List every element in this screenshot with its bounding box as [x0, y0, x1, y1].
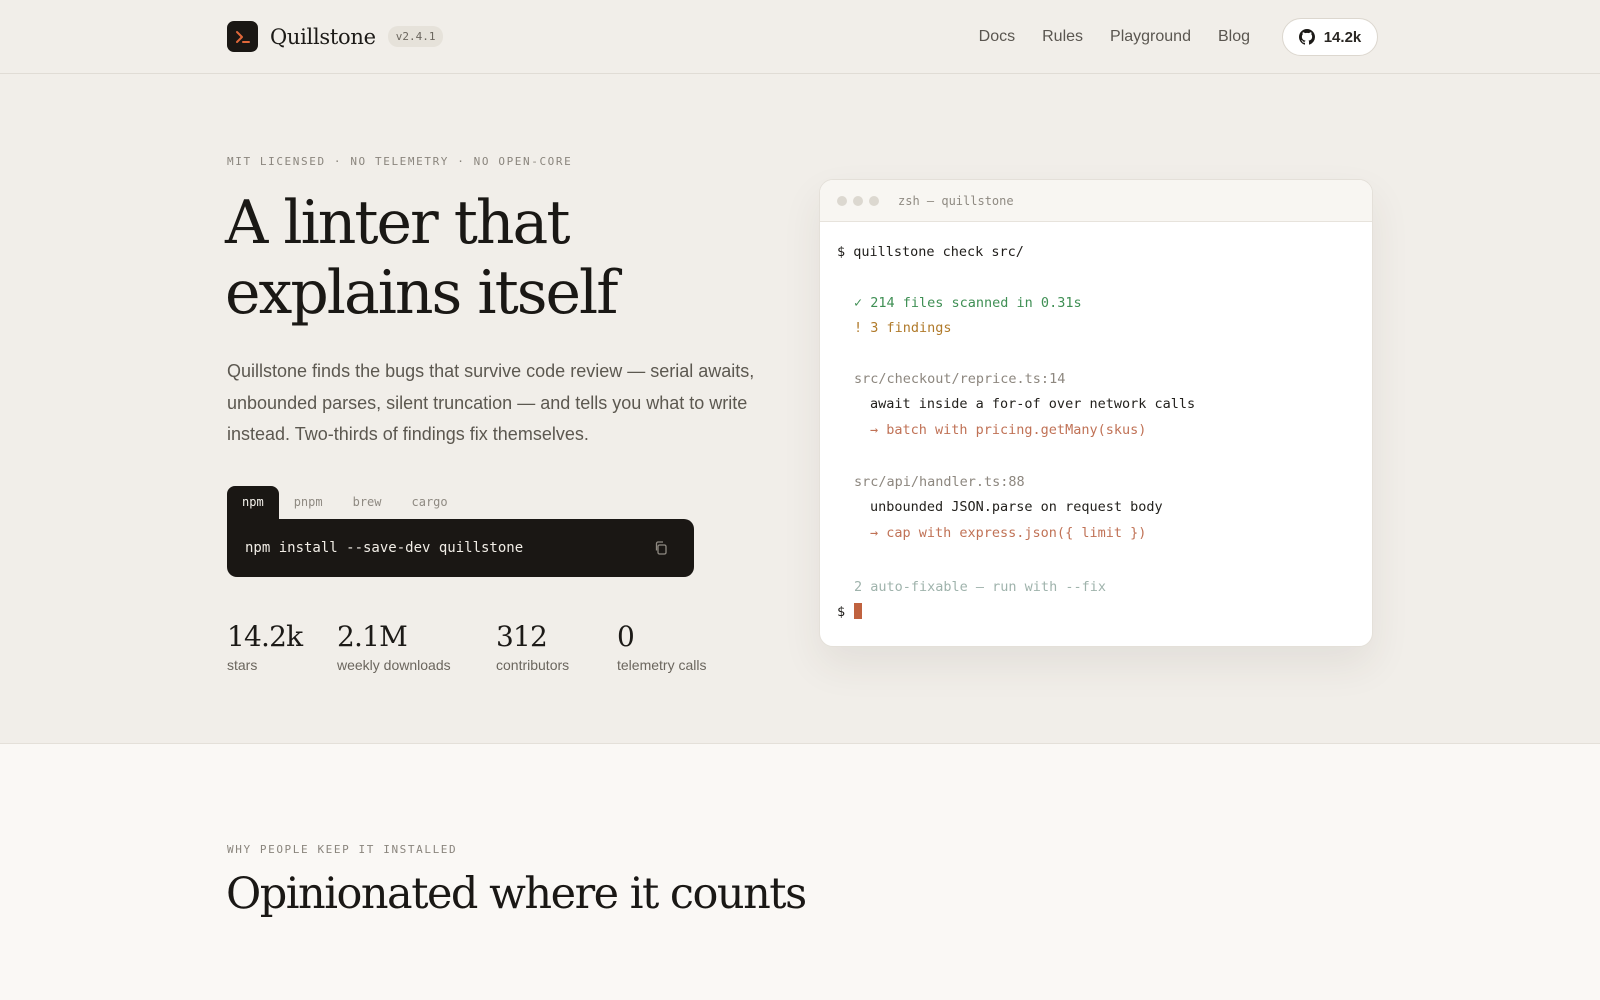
tab-cargo[interactable]: cargo [397, 486, 463, 520]
terminal-window: zsh — quillstone $ quillstone check src/… [819, 179, 1373, 647]
nav-link-blog[interactable]: Blog [1218, 28, 1250, 46]
tab-npm[interactable]: npm [227, 486, 279, 520]
features-eyebrow: WHY PEOPLE KEEP IT INSTALLED [227, 843, 458, 856]
stat-label: stars [227, 657, 258, 673]
brand[interactable]: Quillstone v2.4.1 [227, 21, 444, 52]
stat-value: 14.2k [227, 620, 303, 653]
tab-brew[interactable]: brew [338, 486, 397, 520]
stat-value: 0 [617, 620, 635, 653]
install-command-box: npm install --save-dev quillstone [227, 519, 694, 577]
stat-value: 2.1M [337, 620, 408, 653]
window-dot-close [837, 195, 847, 206]
install-tabs: npm pnpm brew cargo [227, 486, 463, 520]
brand-name: Quillstone [270, 24, 376, 49]
terminal-line-prompt: $ [837, 604, 846, 620]
terminal-line-fix: → cap with express.json({ limit }) [870, 525, 1147, 541]
copy-icon [655, 541, 667, 555]
terminal-line-findings: ! 3 findings [854, 320, 952, 336]
version-badge: v2.4.1 [387, 26, 444, 47]
terminal-line-autofix: 2 auto-fixable — run with --fix [854, 579, 1106, 595]
terminal-line-message: await inside a for-of over network calls [870, 396, 1196, 412]
nav-link-docs[interactable]: Docs [979, 28, 1015, 46]
github-stars-count: 14.2k [1323, 28, 1362, 46]
terminal-line-fix: → batch with pricing.getMany(skus) [870, 422, 1147, 438]
terminal-line-command: $ quillstone check src/ [837, 244, 1024, 260]
github-icon [1298, 29, 1315, 45]
stat-weekly-downloads: 2.1M weekly downloads [337, 620, 451, 673]
terminal-line-path: src/api/handler.ts:88 [854, 474, 1025, 490]
stat-stars: 14.2k stars [227, 620, 303, 673]
stat-contributors: 312 contributors [496, 620, 569, 673]
nav-link-rules[interactable]: Rules [1042, 28, 1083, 46]
window-dot-maximize [869, 195, 879, 206]
hero-description: Quillstone finds the bugs that survive c… [227, 361, 755, 444]
features-title: Opinionated where it counts [226, 869, 807, 919]
install-command[interactable]: npm install --save-dev quillstone [245, 540, 523, 556]
nav-link-playground[interactable]: Playground [1110, 28, 1191, 46]
terminal-line-scanned: ✓ 214 files scanned in 0.31s [854, 295, 1082, 311]
stat-telemetry-calls: 0 telemetry calls [617, 620, 706, 673]
hero-title-line-2: explains itself [225, 258, 618, 328]
hero-title-line-1: A linter that [225, 188, 570, 258]
terminal-cursor [854, 603, 862, 619]
features-section: WHY PEOPLE KEEP IT INSTALLED Opinionated… [0, 743, 1600, 1000]
github-stars-button[interactable]: 14.2k [1282, 18, 1378, 56]
terminal-titlebar: zsh — quillstone [820, 180, 1372, 222]
copy-button[interactable] [652, 539, 670, 557]
window-dot-minimize [853, 195, 863, 206]
terminal-title: zsh — quillstone [898, 193, 1014, 208]
stat-label: contributors [496, 657, 570, 673]
stat-label: telemetry calls [617, 657, 707, 673]
terminal-prompt-icon [227, 21, 258, 52]
tab-pnpm[interactable]: pnpm [279, 486, 338, 520]
site-header: Quillstone v2.4.1 Docs Rules Playground … [0, 0, 1600, 74]
terminal-line-message: unbounded JSON.parse on request body [870, 499, 1163, 515]
hero-title: A linter that explains itself [225, 188, 785, 328]
main-nav: Docs Rules Playground Blog 14.2k [952, 0, 1378, 74]
hero-eyebrow: MIT LICENSED · NO TELEMETRY · NO OPEN-CO… [227, 155, 573, 168]
terminal-line-path: src/checkout/reprice.ts:14 [854, 371, 1066, 387]
stat-label: weekly downloads [337, 657, 451, 673]
stat-value: 312 [496, 620, 548, 653]
